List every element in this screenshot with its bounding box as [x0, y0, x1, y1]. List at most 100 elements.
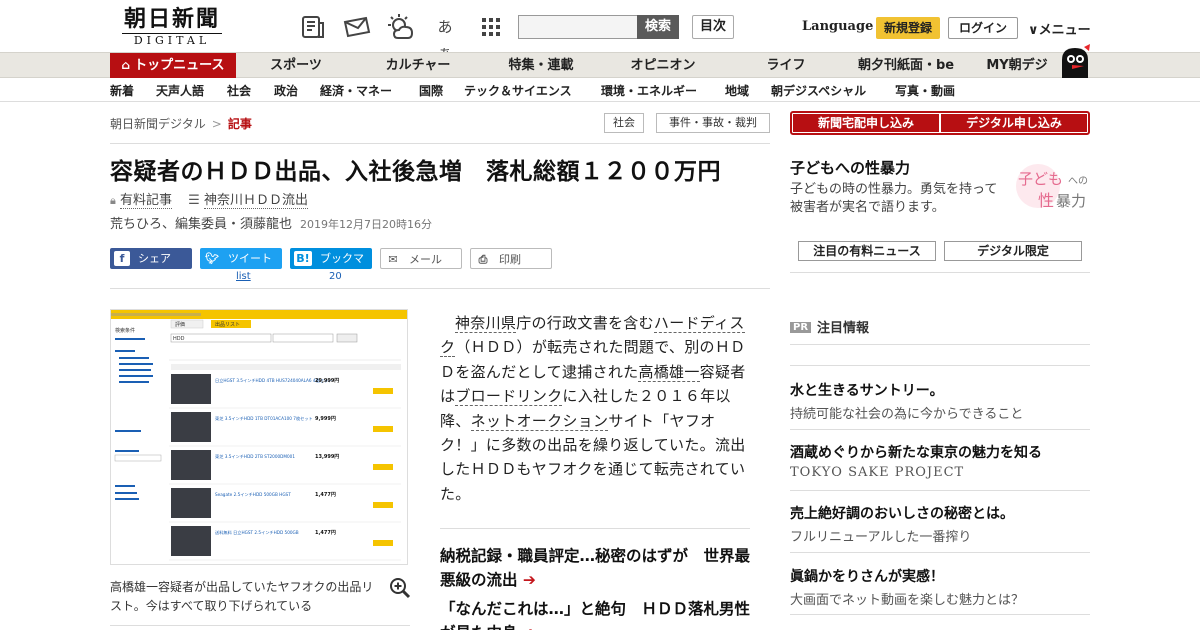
- pr-item-title[interactable]: 水と生きるサントリー。: [790, 380, 944, 400]
- language-link[interactable]: Language: [802, 19, 873, 34]
- nav2-economy[interactable]: 経済・マネー: [320, 82, 392, 99]
- keyword-link[interactable]: 神奈川県: [455, 314, 517, 333]
- photo-listing-watch-button: [373, 388, 393, 394]
- grid-menu-icon[interactable]: [478, 14, 504, 40]
- photo-listing-title: 東芝 3.5インチHDD 2TB ST2000DM001: [215, 453, 295, 460]
- divider: [790, 490, 1090, 491]
- feature-title[interactable]: 子どもへの性暴力: [790, 157, 910, 178]
- hatena-count[interactable]: 20: [329, 271, 342, 282]
- photo-listing-price: 9,999円: [315, 415, 336, 422]
- nav2-photo-video[interactable]: 写真・動画: [895, 82, 955, 99]
- photo-listing-watch-button: [373, 540, 393, 546]
- register-button[interactable]: 新規登録: [876, 17, 940, 39]
- nav-opinion[interactable]: オピニオン: [607, 53, 719, 78]
- pr-item-title[interactable]: 売上絶好調のおいしさの秘密とは。: [790, 503, 1014, 523]
- article-meta: 🔒︎ 有料記事 ☰ 神奈川ＨＤＤ流出: [110, 189, 308, 209]
- font-size-icon[interactable]: あぁ: [432, 14, 458, 62]
- contents-button[interactable]: 目次: [692, 15, 734, 39]
- site-header: 朝日新聞 DIGITAL あぁ 検索 目次 Language 新規登録 ログイン…: [0, 0, 1200, 62]
- tag-society[interactable]: 社会: [604, 113, 644, 133]
- newspaper-icon[interactable]: [300, 14, 326, 40]
- hatena-bookmark-button[interactable]: B! ブックマーク: [290, 248, 372, 286]
- body-text-segment: 庁の行政文書を含む: [516, 314, 654, 332]
- paid-news-button[interactable]: 注目の有料ニュース: [798, 241, 936, 261]
- keyword-link[interactable]: ネットオークション: [470, 411, 609, 431]
- nav-top-news[interactable]: ⌂ トップニュース: [110, 53, 236, 78]
- pr-item-title[interactable]: 眞鍋かをりさんが実感！: [790, 566, 944, 586]
- facebook-icon: f: [114, 251, 130, 266]
- hatena-icon: B!: [294, 251, 312, 266]
- menu-button[interactable]: ∨メニュー: [1028, 19, 1091, 38]
- nav2-tech-science[interactable]: テック＆サイエンス: [464, 82, 572, 99]
- feature-banner[interactable]: 子ども への 性 暴力: [1010, 160, 1092, 214]
- digital-apply-button[interactable]: デジタル申し込み: [941, 114, 1087, 132]
- pr-label: 注目情報: [817, 321, 870, 336]
- photo-search-query: HDD: [173, 336, 185, 342]
- print-label: 印刷: [499, 253, 521, 266]
- nav2-region[interactable]: 地域: [725, 82, 749, 99]
- digital-only-button[interactable]: デジタル限定: [944, 241, 1082, 261]
- pr-item-subtitle[interactable]: TOKYO SAKE PROJECT: [790, 465, 964, 480]
- search-button[interactable]: 検索: [637, 15, 679, 39]
- mail-icon: ✉: [388, 253, 398, 266]
- photo-listing-thumbnail: [171, 374, 211, 404]
- arrow-right-icon: ➔: [522, 571, 536, 589]
- paid-article-link[interactable]: 有料記事: [120, 193, 173, 209]
- series-link[interactable]: 神奈川ＨＤＤ流出: [203, 193, 308, 209]
- nav-life[interactable]: ライフ: [730, 53, 842, 78]
- pr-item-title[interactable]: 酒蔵めぐりから新たな東京の魅力を知る: [790, 442, 1042, 462]
- divider: [110, 143, 770, 144]
- nav2-society[interactable]: 社会: [227, 82, 251, 99]
- tag-incident[interactable]: 事件・事故・裁判: [656, 113, 770, 133]
- search-input[interactable]: [518, 15, 638, 39]
- keyword-link[interactable]: 高橋雄一: [638, 362, 700, 382]
- breadcrumb-home[interactable]: 朝日新聞デジタル: [110, 117, 206, 131]
- related-article-link[interactable]: 「なんだこれは…」と絶句 ＨＤＤ落札男性が見た中身 ➔: [440, 597, 752, 630]
- nav-my-asahi[interactable]: MY朝デジ: [978, 53, 1056, 78]
- photo-listing-thumbnail: [171, 526, 211, 556]
- photo-listing-price: 1,477円: [315, 529, 336, 536]
- breadcrumb-current: 記事: [227, 117, 252, 131]
- photo-tab-list: 出品リスト: [215, 321, 240, 328]
- related-article-link[interactable]: 納税記録・職員評定…秘密のはずが 世界最悪級の流出 ➔: [440, 544, 752, 592]
- nav2-special[interactable]: 朝デジスペシャル: [771, 82, 866, 99]
- news-mail-icon[interactable]: [342, 14, 372, 40]
- nav2-international[interactable]: 国際: [419, 82, 443, 99]
- pr-item-subtitle[interactable]: 持続可能な社会の為に今からできること: [790, 403, 1023, 422]
- mail-share-button[interactable]: ✉ メール: [380, 248, 462, 269]
- pr-item-subtitle[interactable]: 大画面でネット動画を楽しむ魅力とは？: [790, 589, 1024, 608]
- nav-print-edition[interactable]: 朝夕刊紙面・be: [850, 53, 962, 78]
- photo-listing-title: 送料無料 日立HGST 2.5インチHDD 500GB: [215, 529, 299, 536]
- list-icon: ☰: [188, 193, 200, 208]
- facebook-share-button[interactable]: f シェア: [110, 248, 192, 269]
- newspaper-delivery-apply-button[interactable]: 新聞宅配申し込み: [793, 114, 939, 132]
- weather-icon[interactable]: [386, 14, 416, 40]
- divider: [790, 429, 1090, 430]
- keyword-link[interactable]: ブロードリンク: [455, 387, 563, 407]
- nav2-tenseijingo[interactable]: 天声人語: [156, 82, 204, 99]
- publish-date: 2019年12月7日20時16分: [300, 218, 432, 231]
- login-button[interactable]: ログイン: [948, 17, 1018, 39]
- nav2-new[interactable]: 新着: [110, 82, 134, 99]
- nav-culture[interactable]: カルチャー: [362, 53, 474, 78]
- pr-item-subtitle[interactable]: フルリニューアルした一番搾り: [790, 526, 971, 545]
- article-photo[interactable]: 評価 出品リスト 検索条件 HDD 日立HGST 3.5インチHDD 4TB H…: [110, 309, 408, 565]
- nav-features[interactable]: 特集・連載: [485, 53, 597, 78]
- twitter-share-button[interactable]: 🐦︎ ツイート: [200, 248, 282, 269]
- nav-sports[interactable]: スポーツ: [240, 53, 352, 78]
- pr-header: PR 注目情報: [790, 317, 869, 336]
- primary-nav: ⌂ トップニュース スポーツ カルチャー 特集・連載 オピニオン ライフ 朝夕刊紙…: [0, 52, 1200, 78]
- nav2-politics[interactable]: 政治: [274, 82, 298, 99]
- mascot-icon[interactable]: [1058, 44, 1092, 78]
- breadcrumb-separator: >: [211, 117, 222, 131]
- related-article-title: 「なんだこれは…」と絶句 ＨＤＤ落札男性が見た中身: [440, 600, 751, 630]
- photo-sidebar-title: 検索条件: [115, 327, 135, 334]
- divider: [790, 365, 1090, 366]
- twitter-list-link[interactable]: list: [236, 271, 251, 282]
- twitter-bird-icon: 🐦︎: [205, 252, 219, 265]
- nav2-environment[interactable]: 環境・エネルギー: [601, 82, 697, 99]
- zoom-in-icon[interactable]: [389, 577, 411, 599]
- logo-main: 朝日新聞: [123, 6, 220, 32]
- print-button[interactable]: ⎙ 印刷: [470, 248, 552, 269]
- site-logo[interactable]: 朝日新聞 DIGITAL: [112, 6, 232, 47]
